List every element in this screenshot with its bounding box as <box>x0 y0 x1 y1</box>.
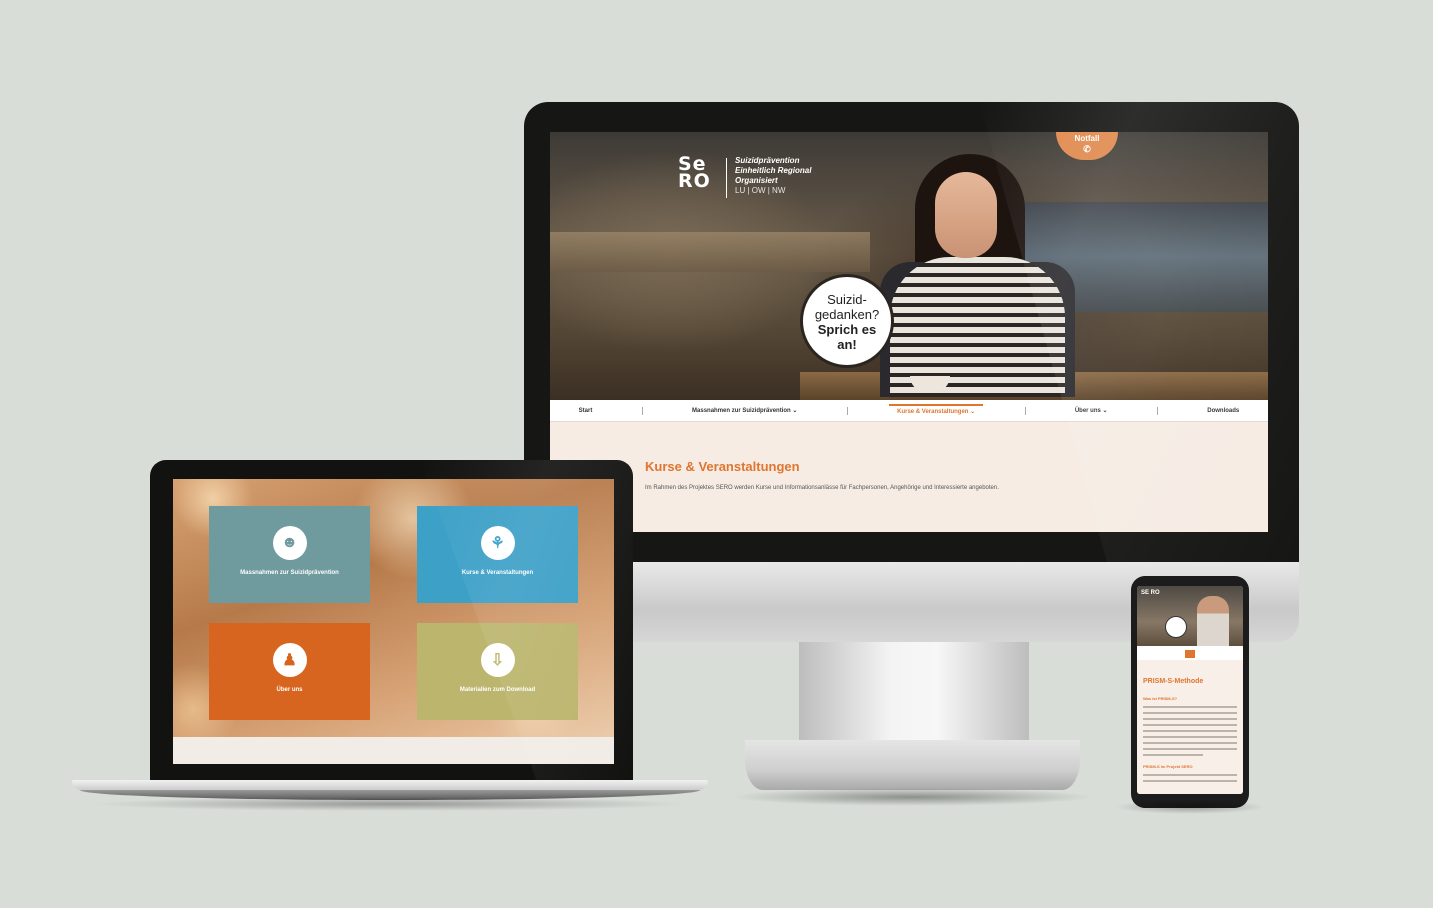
laptop-shadow <box>90 797 690 811</box>
nav-item-ueber-uns[interactable]: Über uns ⌄ <box>1067 405 1116 416</box>
phone-hero-person <box>1197 596 1229 646</box>
monitor-screen: Se RO Suizidprävention Einheitlich Regio… <box>550 132 1268 532</box>
phone-text-line <box>1143 718 1237 720</box>
logo-divider <box>726 158 727 198</box>
page-title: Kurse & Veranstaltungen <box>645 459 800 474</box>
phone-text-line <box>1143 706 1237 708</box>
nav-item-kurse[interactable]: Kurse & Veranstaltungen ⌄ <box>889 404 984 417</box>
hero-image: Se RO Suizidprävention Einheitlich Regio… <box>550 132 1268 400</box>
tile-label: Massnahmen zur Suizidprävention <box>240 570 339 576</box>
desktop-monitor: Se RO Suizidprävention Einheitlich Regio… <box>524 102 1299 642</box>
tile-ueber-uns[interactable]: ♟ Über uns <box>209 623 370 720</box>
phone-subtitle: Was ist PRISM-S? <box>1143 696 1178 701</box>
phone-notfall-button[interactable] <box>1185 650 1195 658</box>
tile-massnahmen[interactable]: ☻ Massnahmen zur Suizidprävention <box>209 506 370 603</box>
phone-hero-image: SE RO <box>1137 586 1243 646</box>
monitor-shadow <box>730 788 1095 806</box>
speech-bubble: Suizid- gedanken? Sprich es an! <box>800 274 894 368</box>
nav-separator <box>641 406 643 415</box>
bubble-line-4: an! <box>837 337 857 352</box>
nav-item-downloads[interactable]: Downloads <box>1199 406 1247 416</box>
notfall-button[interactable]: Notfall ✆ <box>1056 132 1118 160</box>
team-icon: ♟ <box>272 643 307 677</box>
bubble-line-1: Suizid- <box>827 292 867 307</box>
phone-shadow <box>1115 800 1265 814</box>
logo-cantons: LU | OW | NW <box>735 186 786 195</box>
phone-page-title: PRISM-S-Methode <box>1143 678 1204 685</box>
phone-text-line <box>1143 748 1237 750</box>
logo-tagline-3: Organisiert <box>735 176 778 185</box>
notfall-label: Notfall <box>1074 134 1100 143</box>
monitor-stand-neck <box>799 642 1029 752</box>
phone-text-line <box>1143 774 1237 776</box>
phone-text-line <box>1143 724 1237 726</box>
phone-text-line <box>1143 730 1237 732</box>
phone-text-line <box>1143 712 1237 714</box>
logo-mark: Se RO <box>678 155 718 192</box>
page-intro-text: Im Rahmen des Projektes SERO werden Kurs… <box>645 485 999 491</box>
phone-text-line <box>1143 780 1237 782</box>
logo-tagline-2: Einheitlich Regional <box>735 166 812 175</box>
phone-subtitle-2: PRISM-S im Projekt SERO <box>1143 764 1193 769</box>
phone-icon: ✆ <box>1083 144 1091 154</box>
tile-label: Über uns <box>276 687 303 693</box>
logo-tagline: Suizidprävention Einheitlich Regional Or… <box>735 156 811 196</box>
logo-mark-line2: RO <box>678 170 711 192</box>
bubble-line-2: gedanken? <box>814 307 880 322</box>
phone-logo[interactable]: SE RO <box>1141 590 1160 596</box>
logo-tagline-1: Suizidprävention <box>735 156 800 165</box>
nav-separator <box>1156 406 1158 415</box>
main-navigation: Start Massnahmen zur Suizidprävention ⌄ … <box>550 400 1268 422</box>
bubble-line-3: Sprich es <box>817 322 877 337</box>
phone-text-line <box>1143 742 1237 744</box>
phone-speech-bubble <box>1165 616 1187 638</box>
person-icon: ☻ <box>272 526 307 560</box>
nav-item-massnahmen[interactable]: Massnahmen zur Suizidprävention ⌄ <box>684 405 805 416</box>
hero-person-face <box>935 172 997 258</box>
site-logo[interactable]: Se RO Suizidprävention Einheitlich Regio… <box>678 155 811 198</box>
phone-text-line <box>1143 736 1237 738</box>
nav-separator <box>846 406 848 415</box>
monitor-stand-foot <box>745 740 1080 790</box>
nav-item-start[interactable]: Start <box>571 406 601 416</box>
phone-text-line <box>1143 754 1203 756</box>
phone-screen: SE RO PRISM-S-Methode Was ist PRISM-S? P… <box>1137 586 1243 794</box>
nav-separator <box>1024 406 1026 415</box>
hero-bakery-shelf <box>550 232 870 272</box>
